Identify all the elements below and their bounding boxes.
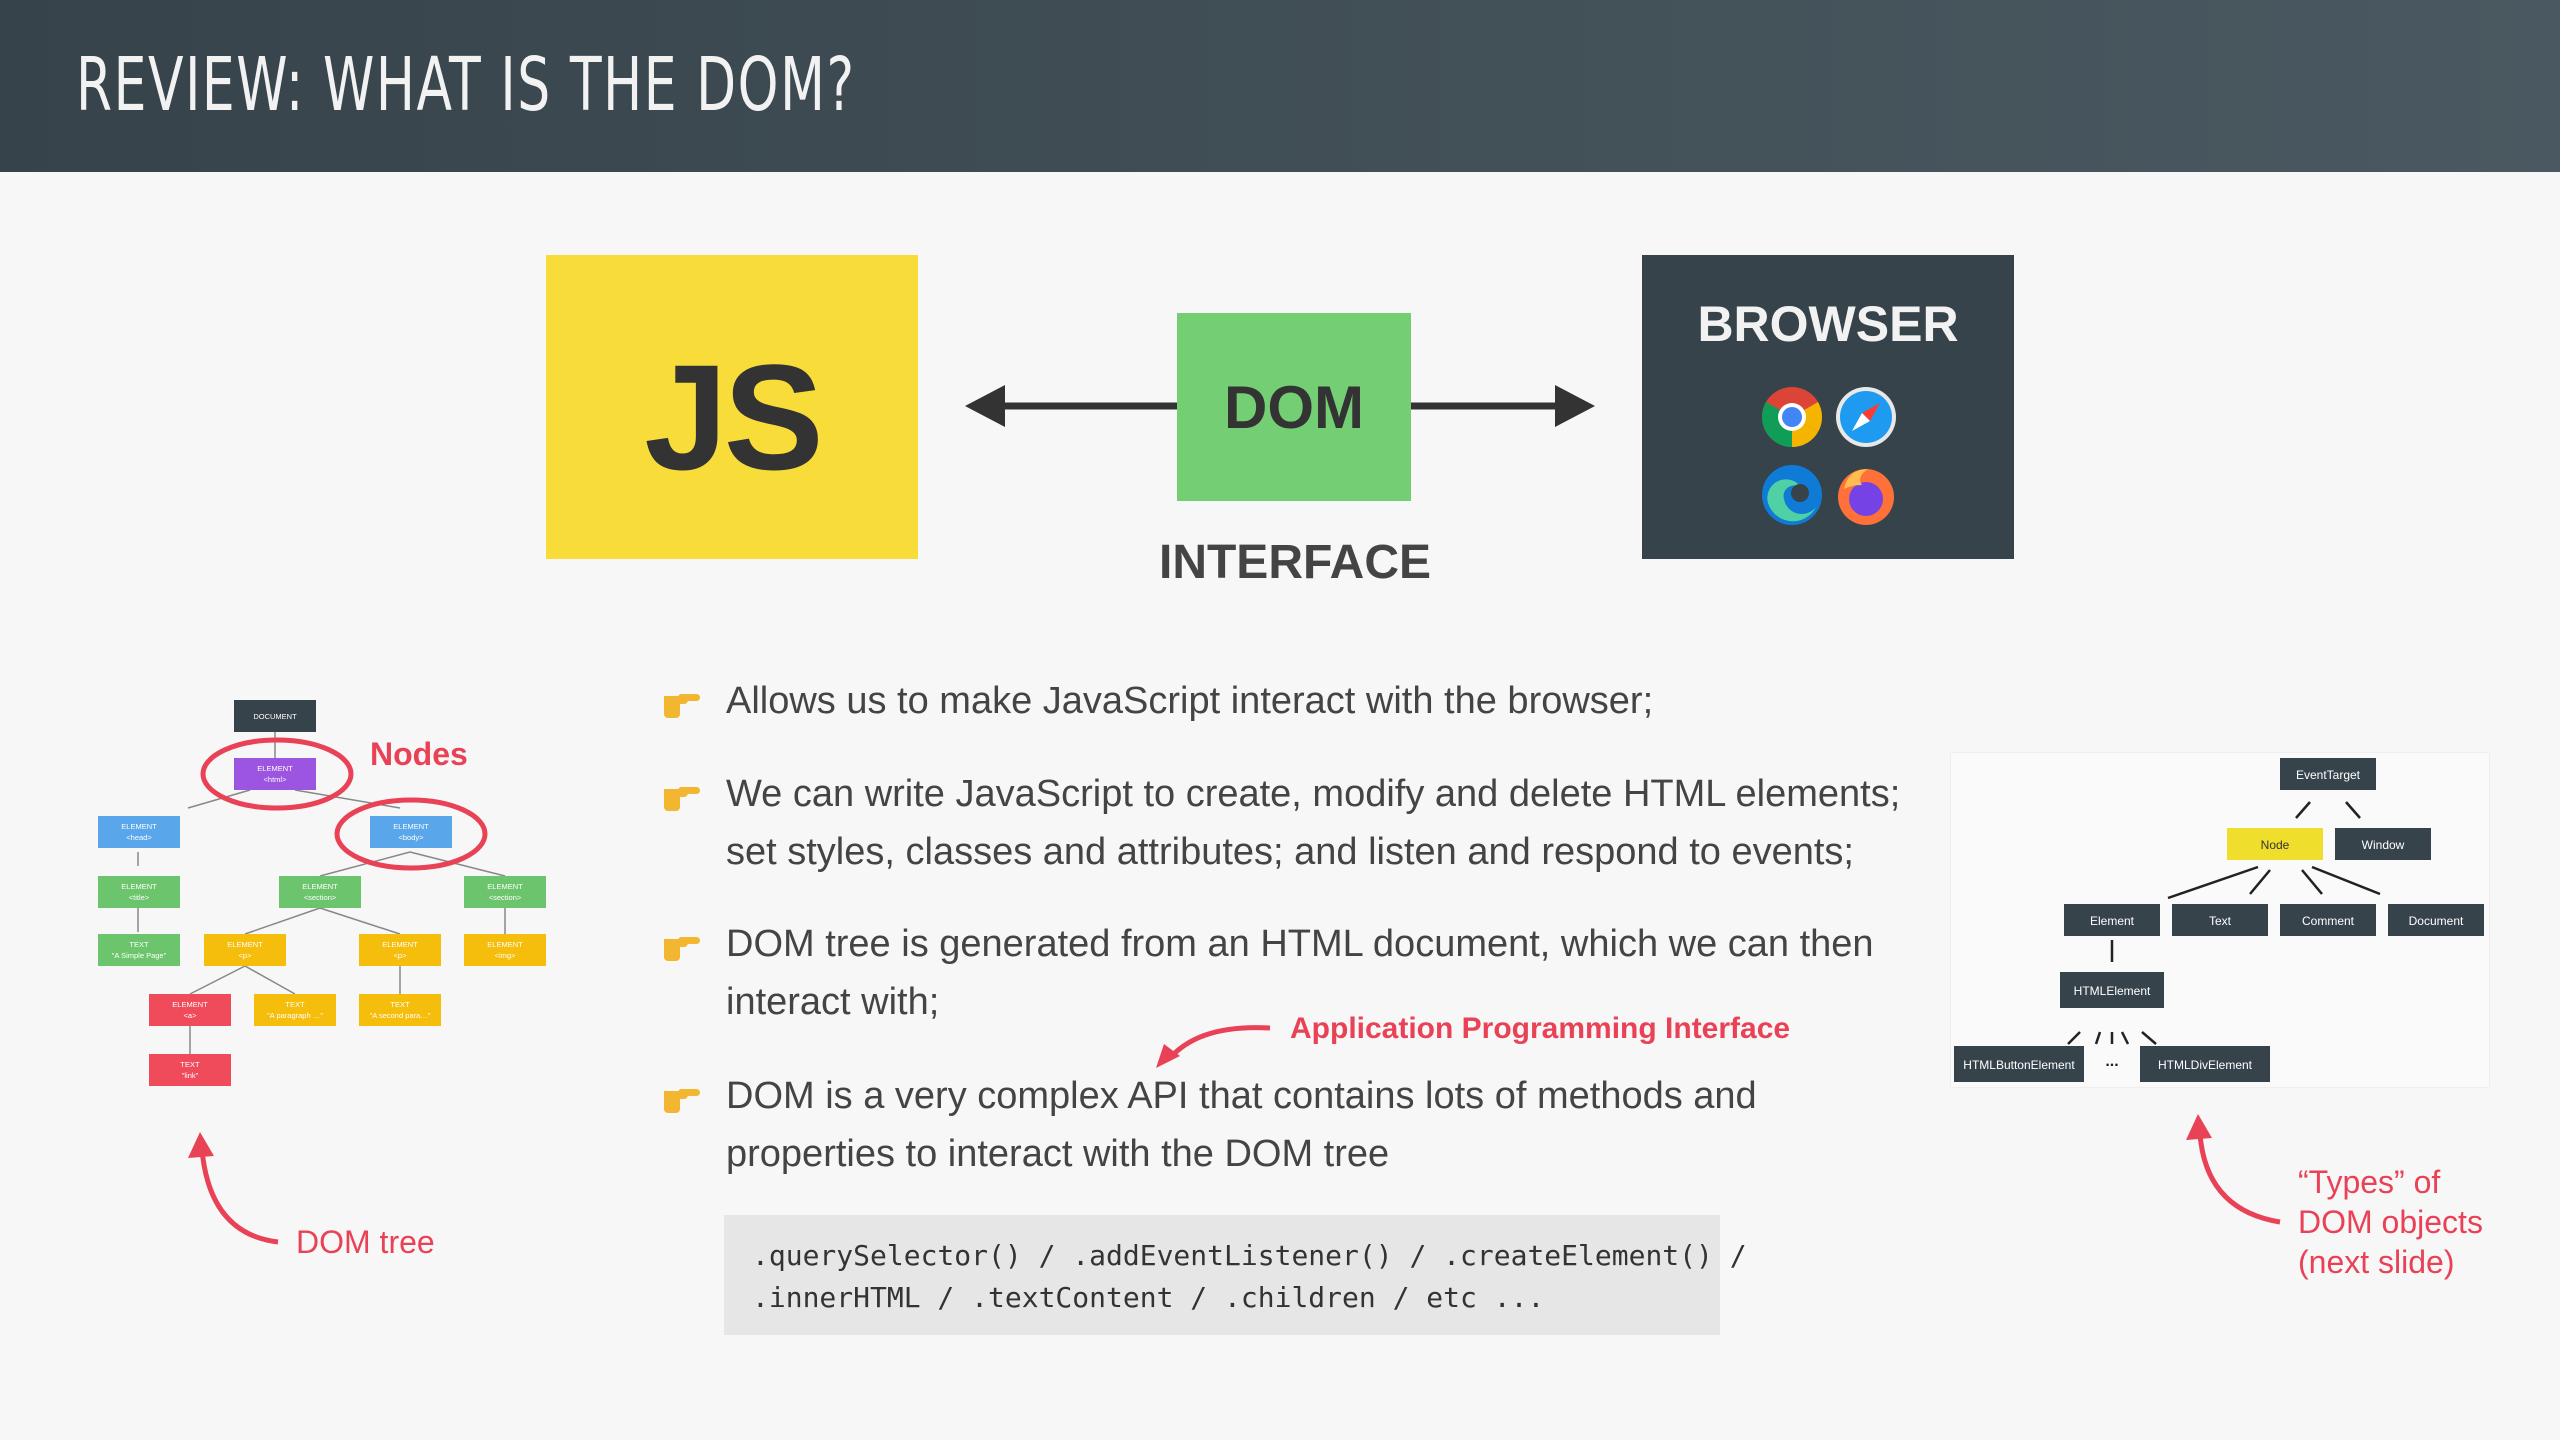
tree-node-a-tag: <a> <box>184 1011 198 1020</box>
tree-node-text-title <box>98 934 180 966</box>
tree-node-document-label: DOCUMENT <box>253 712 297 721</box>
code-line-2: .innerHTML / .textContent / .children / … <box>752 1281 1545 1314</box>
type-node-text-label: Text <box>2209 914 2232 928</box>
type-node-html-element-label: HTMLElement <box>2074 984 2151 998</box>
tree-node-body <box>370 816 452 848</box>
tree-node-text-title-label: TEXT <box>129 940 149 949</box>
tree-node-a-label: ELEMENT <box>172 1000 208 1009</box>
dom-tree-label: DOM tree <box>296 1224 435 1260</box>
tree-node-text-p-2-value: "A second para…" <box>370 1011 431 1020</box>
tree-node-p-2-label: ELEMENT <box>382 940 418 949</box>
tree-node-html-label: ELEMENT <box>257 764 293 773</box>
safari-icon <box>1836 387 1896 447</box>
types-label-line-1: “Types” of <box>2298 1164 2441 1200</box>
type-node-html-button-element-label: HTMLButtonElement <box>1963 1058 2075 1072</box>
header-bar: REVIEW: WHAT IS THE DOM? <box>0 0 2560 172</box>
bullet-4-line-1: DOM is a very complex API that contains … <box>726 1075 1757 1117</box>
types-arrow <box>2186 1114 2281 1225</box>
tree-node-section-1-label: ELEMENT <box>302 882 338 891</box>
tree-node-section-1 <box>279 876 361 908</box>
tree-node-text-p-1-label: TEXT <box>285 1000 305 1009</box>
tree-node-section-2-tag: <section> <box>489 893 522 902</box>
tree-node-head <box>98 816 180 848</box>
tree-node-img-label: ELEMENT <box>487 940 523 949</box>
tree-node-title <box>98 876 180 908</box>
type-node-node-label: Node <box>2261 838 2290 852</box>
tree-node-text-p-1-value: "A paragraph …" <box>267 1011 323 1020</box>
chrome-icon <box>1761 387 1823 448</box>
firefox-icon <box>1838 469 1894 525</box>
tree-node-text-link-value: "link" <box>182 1071 199 1080</box>
type-node-event-target-label: EventTarget <box>2296 768 2361 782</box>
types-label-line-3: (next slide) <box>2298 1244 2455 1280</box>
bullet-4-line-2: properties to interact with the DOM tree <box>726 1133 1390 1175</box>
edge-icon <box>1762 465 1822 525</box>
bullet-1-line-1: Allows us to make JavaScript interact wi… <box>726 680 1654 722</box>
tree-node-html-tag: <html> <box>264 775 288 784</box>
tree-node-p-1 <box>204 934 286 966</box>
pointing-hand-icon <box>664 937 700 961</box>
tree-node-text-p-2 <box>359 994 441 1026</box>
tree-node-title-tag: <title> <box>129 893 150 902</box>
tree-node-p-1-label: ELEMENT <box>227 940 263 949</box>
tree-node-text-p-1 <box>254 994 336 1026</box>
browser-box: BROWSER <box>1642 255 2014 559</box>
type-node-document-label: Document <box>2409 914 2464 928</box>
pointing-hand-icon <box>664 787 700 811</box>
bullet-3-line-2: interact with; <box>726 981 940 1023</box>
pointing-hand-icon <box>664 1089 700 1113</box>
tree-node-text-link-label: TEXT <box>180 1060 200 1069</box>
type-node-element-label: Element <box>2090 914 2135 928</box>
tree-node-head-tag: <head> <box>126 833 152 842</box>
dom-tree-arrow <box>188 1132 279 1245</box>
tree-node-p-2 <box>359 934 441 966</box>
tree-node-body-label: ELEMENT <box>393 822 429 831</box>
dom-types-diagram: EventTarget Node Window Element Text Com… <box>1950 752 2490 1088</box>
code-box: .querySelector() / .addEventListener() /… <box>724 1215 1747 1335</box>
tree-node-section-2-label: ELEMENT <box>487 882 523 891</box>
js-label: JS <box>644 332 823 501</box>
interface-label: INTERFACE <box>1158 536 1431 589</box>
type-node-window-label: Window <box>2362 838 2405 852</box>
tree-node-a <box>149 994 231 1026</box>
type-node-html-div-element-label: HTMLDivElement <box>2158 1058 2253 1072</box>
pointing-hand-icon <box>664 694 700 718</box>
tree-node-img-tag: <img> <box>495 951 516 960</box>
bullet-3-line-1: DOM tree is generated from an HTML docum… <box>726 923 1874 965</box>
tree-node-text-title-value: "A Simple Page" <box>112 951 167 960</box>
tree-node-body-tag: <body> <box>398 833 424 842</box>
dom-tree-diagram: DOCUMENT ELEMENT <html> ELEMENT <head> E… <box>98 700 546 1086</box>
tree-node-head-label: ELEMENT <box>121 822 157 831</box>
tree-node-text-link <box>149 1054 231 1086</box>
api-label: Application Programming Interface <box>1290 1012 1791 1045</box>
tree-node-section-1-tag: <section> <box>304 893 337 902</box>
tree-node-p-1-tag: <p> <box>239 951 253 960</box>
api-arrow <box>1156 1025 1271 1068</box>
tree-node-section-2 <box>464 876 546 908</box>
tree-node-html <box>234 758 316 790</box>
dom-label: DOM <box>1224 373 1364 441</box>
nodes-label: Nodes <box>370 736 468 772</box>
slide-title: REVIEW: WHAT IS THE DOM? <box>76 42 856 128</box>
code-line-1: .querySelector() / .addEventListener() /… <box>752 1239 1747 1272</box>
tree-node-text-p-2-label: TEXT <box>390 1000 410 1009</box>
type-node-comment-label: Comment <box>2302 914 2355 928</box>
dom-box: DOM <box>1177 313 1411 501</box>
type-node-ellipsis: ... <box>2105 1053 2118 1070</box>
browser-label: BROWSER <box>1697 296 1959 352</box>
js-box: JS <box>546 255 918 559</box>
tree-node-title-label: ELEMENT <box>121 882 157 891</box>
bullet-2-line-1: We can write JavaScript to create, modif… <box>726 773 1901 815</box>
types-label-line-2: DOM objects <box>2298 1204 2483 1240</box>
tree-node-img <box>464 934 546 966</box>
tree-node-p-2-tag: <p> <box>394 951 408 960</box>
bullet-2-line-2: set styles, classes and attributes; and … <box>726 831 1854 873</box>
